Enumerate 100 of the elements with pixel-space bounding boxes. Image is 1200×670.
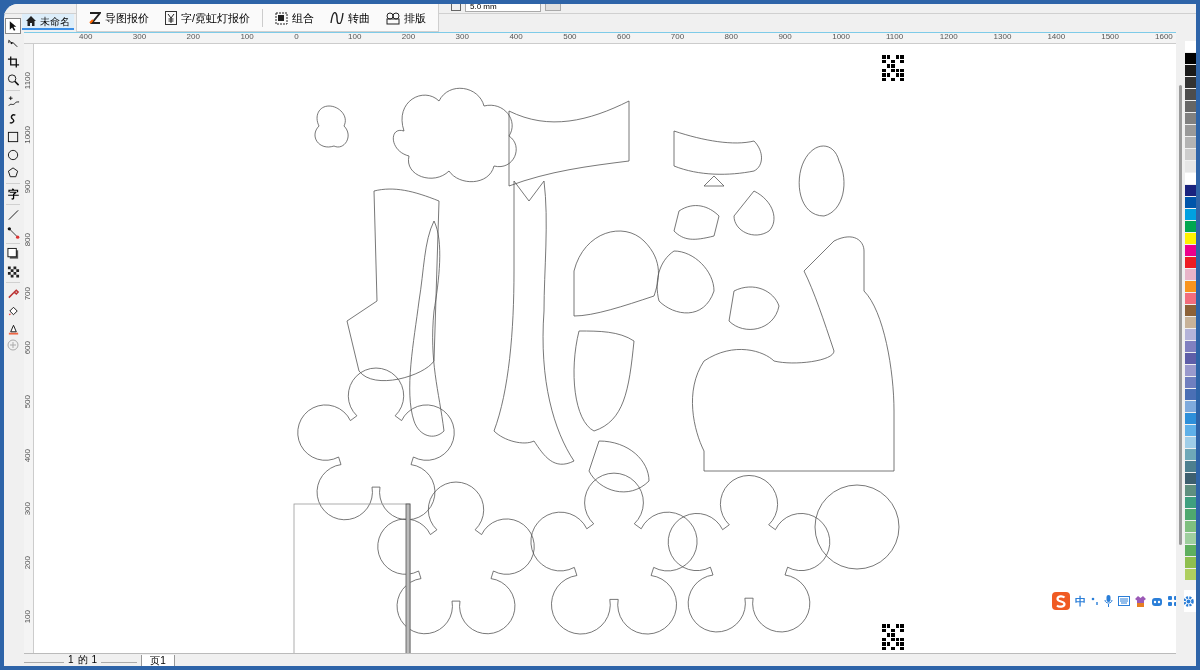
document-tab[interactable]: 未命名 (22, 14, 74, 30)
page-total: 1 (91, 655, 98, 665)
color-swatch[interactable] (1185, 353, 1196, 365)
ruler-label: 300 (455, 33, 469, 41)
ruler-label: 100 (348, 33, 362, 41)
color-swatch[interactable] (1185, 329, 1196, 341)
toolbar-button[interactable]: 组合 (271, 7, 319, 29)
yen-icon (165, 11, 177, 25)
ruler-label: 700 (670, 33, 685, 41)
crop-icon (6, 55, 20, 69)
tool-button[interactable] (5, 246, 21, 262)
color-swatch[interactable] (1185, 269, 1196, 281)
color-swatch[interactable] (1185, 233, 1196, 245)
color-swatch[interactable] (1185, 305, 1196, 317)
checkerboard-icon (6, 265, 20, 279)
color-swatch[interactable] (1185, 245, 1196, 257)
color-swatch[interactable] (1185, 113, 1196, 125)
ruler-label: 400 (24, 448, 32, 462)
color-swatch[interactable] (1185, 77, 1196, 89)
offset-icon (451, 4, 461, 11)
color-swatch[interactable] (1185, 413, 1196, 425)
color-swatch[interactable] (1185, 65, 1196, 77)
color-swatch[interactable] (1185, 293, 1196, 305)
ruler-label: 1200 (939, 33, 958, 41)
color-swatch[interactable] (1185, 209, 1196, 221)
color-swatch[interactable] (1185, 125, 1196, 137)
color-swatch[interactable] (1185, 533, 1196, 545)
color-swatch[interactable] (1185, 173, 1196, 185)
qr-code-icon (882, 55, 904, 81)
toolbar-button[interactable]: 导图报价 (85, 7, 153, 29)
ellipse-icon (6, 148, 20, 162)
color-swatch[interactable] (1185, 485, 1196, 497)
toolbar-button[interactable]: 转曲 (326, 7, 375, 29)
color-swatch[interactable] (1185, 521, 1196, 533)
tool-button[interactable] (5, 18, 21, 34)
robot-icon[interactable] (1151, 596, 1163, 606)
ruler-label: 1000 (24, 125, 32, 144)
color-swatch[interactable] (1185, 365, 1196, 377)
ruler-label: 300 (132, 33, 147, 41)
page-number: 1 (68, 655, 74, 665)
paint-bucket-icon (6, 304, 20, 318)
tool-button[interactable] (5, 72, 21, 88)
color-swatch[interactable] (1185, 425, 1196, 437)
color-swatch[interactable] (1185, 221, 1196, 233)
offset-field[interactable]: 5.0 mm (465, 4, 541, 12)
color-swatch[interactable] (1185, 557, 1196, 569)
keyboard-icon[interactable] (1118, 596, 1130, 606)
ruler-label: 300 (24, 502, 32, 516)
color-swatch[interactable] (1185, 101, 1196, 113)
color-swatch[interactable] (1185, 89, 1196, 101)
spin-button[interactable] (545, 4, 561, 11)
color-swatch[interactable] (1185, 509, 1196, 521)
connector-icon (6, 226, 20, 240)
ruler-label: 1100 (24, 72, 32, 90)
color-swatch[interactable] (1185, 401, 1196, 413)
color-swatch[interactable] (1185, 185, 1196, 197)
input-mode-label[interactable]: 中 (1075, 595, 1086, 607)
color-swatch[interactable] (1185, 341, 1196, 353)
color-swatch[interactable] (1185, 437, 1196, 449)
tool-button[interactable] (5, 264, 21, 280)
ruler-label: 800 (24, 233, 32, 247)
color-swatch[interactable] (1185, 569, 1196, 581)
color-swatch[interactable] (1185, 149, 1196, 161)
page-tab[interactable]: 页1 (141, 654, 175, 666)
color-swatch[interactable] (1185, 317, 1196, 329)
color-swatch[interactable] (1185, 473, 1196, 485)
color-swatch[interactable] (1185, 389, 1196, 401)
color-swatch[interactable] (1185, 497, 1196, 509)
color-swatch[interactable] (1185, 41, 1196, 53)
group-icon (275, 11, 289, 25)
color-swatch[interactable] (1185, 53, 1196, 65)
ruler-label: 800 (724, 33, 738, 41)
ruler-label: 900 (24, 179, 32, 193)
shirt-icon[interactable] (1135, 595, 1146, 607)
color-swatch[interactable] (1185, 461, 1196, 473)
tool-button[interactable]: 字 (5, 186, 21, 202)
tool-button[interactable] (5, 54, 21, 70)
tool-button[interactable] (5, 147, 21, 163)
punctuation-icon[interactable] (1091, 596, 1099, 606)
toolbar-button[interactable]: 排版 (382, 7, 431, 29)
settings-icon[interactable] (1183, 595, 1194, 607)
ruler-label: 200 (186, 33, 200, 41)
ruler-label: 600 (617, 33, 631, 41)
color-swatch[interactable] (1185, 449, 1196, 461)
color-swatch[interactable] (1185, 137, 1196, 149)
ruler-label: 100 (240, 33, 254, 41)
microphone-icon[interactable] (1104, 595, 1113, 607)
tool-button[interactable] (5, 225, 21, 241)
color-swatch[interactable] (1185, 197, 1196, 209)
layout-icon (386, 11, 401, 25)
toolbar-button[interactable]: 字/霓虹灯报价 (161, 7, 255, 29)
color-swatch[interactable] (1185, 161, 1196, 173)
color-swatch[interactable] (1185, 257, 1196, 269)
color-swatch[interactable] (1185, 281, 1196, 293)
export-icon (89, 12, 101, 24)
curve-icon (330, 12, 345, 24)
ruler-label: 0 (294, 33, 299, 41)
color-swatch[interactable] (1185, 545, 1196, 557)
color-swatch[interactable] (1185, 377, 1196, 389)
tool-button[interactable] (5, 129, 21, 145)
